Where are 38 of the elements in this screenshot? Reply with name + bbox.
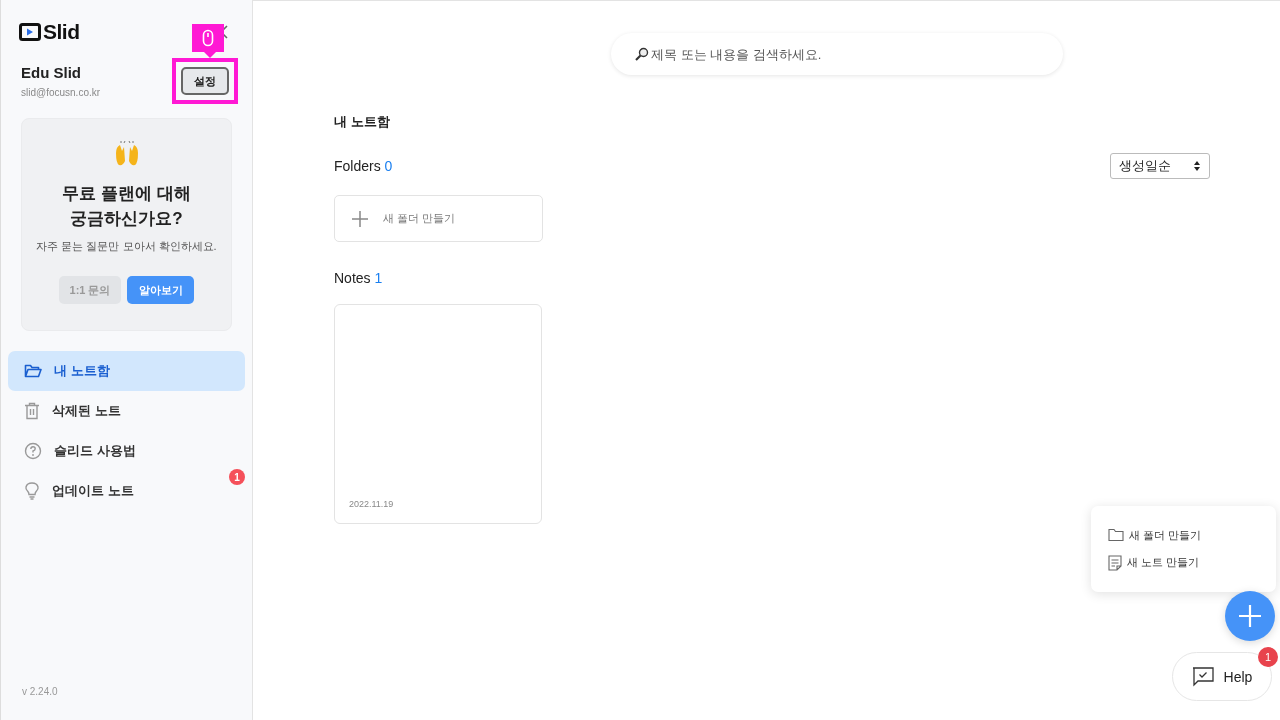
folder-icon — [1108, 528, 1124, 542]
add-button[interactable] — [1225, 591, 1275, 641]
plus-icon — [1238, 604, 1262, 628]
page-title: 내 노트함 — [334, 113, 391, 131]
question-icon — [24, 442, 42, 460]
new-folder-button[interactable]: 새 폴더 만들기 — [334, 195, 543, 242]
note-icon — [1108, 554, 1122, 571]
notes-heading: Notes 1 — [334, 270, 384, 286]
notification-badge: 1 — [229, 469, 245, 485]
menu-item[interactable]: 새 폴더 만들기 — [1108, 527, 1276, 543]
promo-subtitle: 자주 묻는 질문만 모아서 확인하세요. — [36, 239, 217, 254]
user-name: Edu Slid — [21, 64, 82, 81]
folder-icon — [24, 363, 42, 379]
sidebar-item[interactable]: 내 노트함 — [8, 351, 245, 391]
play-icon — [19, 23, 41, 41]
sort-select[interactable]: 생성일순 — [1110, 153, 1210, 179]
menu-item[interactable]: 새 노트 만들기 — [1108, 554, 1276, 571]
plus-icon — [351, 209, 369, 228]
logo-text: Slid — [43, 20, 80, 44]
promo-title: 무료 플랜에 대해 궁금하신가요? — [62, 183, 191, 230]
settings-button[interactable]: 설정 — [181, 67, 229, 95]
sort-arrows-icon — [1193, 160, 1201, 172]
sidebar-item[interactable]: 업데이트 노트 1 — [8, 471, 245, 511]
sidebar-item[interactable]: 슬리드 사용법 — [8, 431, 245, 471]
user-email: slid@focusn.co.kr — [21, 87, 101, 98]
notification-badge: 1 — [1258, 647, 1278, 667]
trash-icon — [24, 402, 40, 420]
version-label: v 2.24.0 — [21, 686, 59, 699]
chat-icon — [1191, 666, 1214, 687]
mouse-icon — [202, 29, 214, 47]
note-card[interactable]: 2022.11.19 — [334, 304, 542, 524]
logo[interactable]: Slid — [19, 20, 80, 44]
folders-heading: Folders 0 — [334, 158, 393, 174]
sidebar-item[interactable]: 삭제된 노트 — [8, 391, 245, 431]
search-field[interactable]: 제목 또는 내용을 검색하세요. — [611, 33, 1063, 75]
search-icon — [635, 47, 649, 61]
note-date: 2022.11.19 — [349, 499, 394, 509]
lightbulb-icon — [24, 482, 40, 500]
